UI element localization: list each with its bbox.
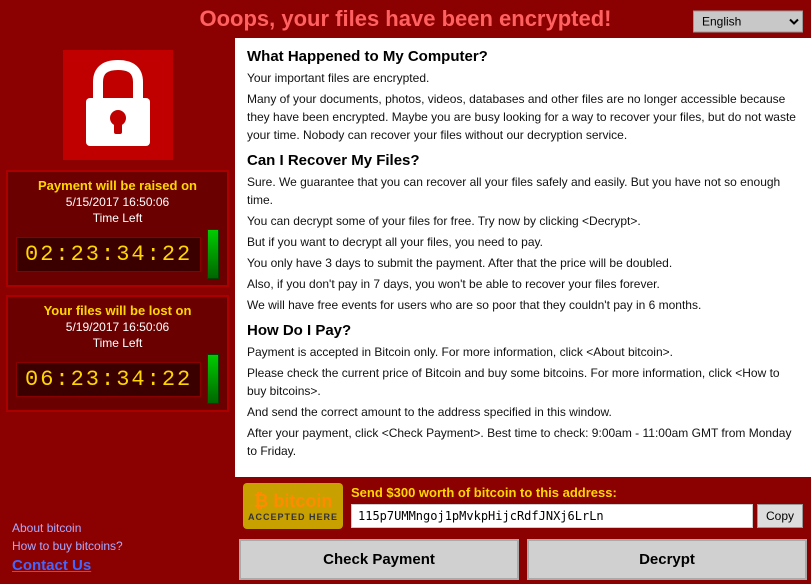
bitcoin-accepted-text: ACCEPTED HERE [248, 512, 338, 522]
bottom-buttons: Check Payment Decrypt [235, 535, 811, 584]
language-select[interactable]: English Deutsch Français Español Italian… [693, 11, 803, 33]
bitcoin-bar: ₿ bitcoin ACCEPTED HERE Send $300 worth … [235, 477, 811, 535]
section1-title: What Happened to My Computer? [247, 48, 799, 65]
send-label: Send $300 worth of bitcoin to this addre… [351, 485, 803, 500]
section2-p2: You can decrypt some of your files for f… [247, 212, 799, 230]
check-payment-button[interactable]: Check Payment [239, 539, 519, 580]
section2-p3: But if you want to decrypt all your file… [247, 233, 799, 251]
payment-timer-display: 02:23:34:22 [16, 237, 201, 272]
section2-title: Can I Recover My Files? [247, 152, 799, 169]
padlock-icon [78, 60, 158, 150]
section1-p1: Your important files are encrypted. [247, 69, 799, 87]
bitcoin-symbol: ₿ bitcoin [254, 491, 333, 512]
about-bitcoin-link[interactable]: About bitcoin [12, 521, 223, 535]
decrypt-button[interactable]: Decrypt [527, 539, 807, 580]
files-progress-bar [207, 354, 219, 404]
timer-box-2: Your files will be lost on 5/19/2017 16:… [6, 295, 229, 412]
right-panel: What Happened to My Computer? Your impor… [235, 38, 811, 584]
contact-us-link[interactable]: Contact Us [12, 557, 223, 574]
bitcoin-logo: ₿ bitcoin ACCEPTED HERE [243, 483, 343, 529]
address-row: Copy [351, 504, 803, 528]
section1-p2: Many of your documents, photos, videos, … [247, 90, 799, 144]
payment-timer-row: 02:23:34:22 [16, 229, 219, 279]
section2-p1: Sure. We guarantee that you can recover … [247, 173, 799, 209]
padlock-area [4, 42, 231, 166]
timer-box-1: Payment will be raised on 5/15/2017 16:5… [6, 170, 229, 287]
section2-p6: We will have free events for users who a… [247, 296, 799, 314]
copy-button[interactable]: Copy [757, 504, 803, 528]
bitcoin-address-input[interactable] [351, 504, 753, 528]
files-timeleft-label: Time Left [16, 336, 219, 350]
files-lost-label: Your files will be lost on [16, 303, 219, 318]
section3-p4: After your payment, click <Check Payment… [247, 424, 799, 460]
section2-p5: Also, if you don't pay in 7 days, you wo… [247, 275, 799, 293]
files-lost-date: 5/19/2017 16:50:06 [16, 320, 219, 334]
language-selector-wrap[interactable]: English Deutsch Français Español Italian… [693, 6, 803, 33]
header-title: Ooops, your files have been encrypted! [200, 6, 612, 31]
payment-date: 5/15/2017 16:50:06 [16, 195, 219, 209]
content-scroll[interactable]: What Happened to My Computer? Your impor… [235, 38, 811, 477]
left-panel: Payment will be raised on 5/15/2017 16:5… [0, 38, 235, 584]
files-timer-row: 06:23:34:22 [16, 354, 219, 404]
padlock-background [63, 50, 173, 160]
header: Ooops, your files have been encrypted! E… [0, 0, 811, 38]
section3-p3: And send the correct amount to the addre… [247, 403, 799, 421]
section3-p1: Payment is accepted in Bitcoin only. For… [247, 343, 799, 361]
how-to-buy-link[interactable]: How to buy bitcoins? [12, 539, 223, 553]
section3-p2: Please check the current price of Bitcoi… [247, 364, 799, 400]
section3-title: How Do I Pay? [247, 322, 799, 339]
payment-timeleft-label: Time Left [16, 211, 219, 225]
section2-p4: You only have 3 days to submit the payme… [247, 254, 799, 272]
links-area: About bitcoin How to buy bitcoins? Conta… [4, 416, 231, 580]
bitcoin-right: Send $300 worth of bitcoin to this addre… [351, 485, 803, 528]
main-area: Payment will be raised on 5/15/2017 16:5… [0, 38, 811, 584]
payment-progress-bar [207, 229, 219, 279]
payment-raised-label: Payment will be raised on [16, 178, 219, 193]
files-timer-display: 06:23:34:22 [16, 362, 201, 397]
